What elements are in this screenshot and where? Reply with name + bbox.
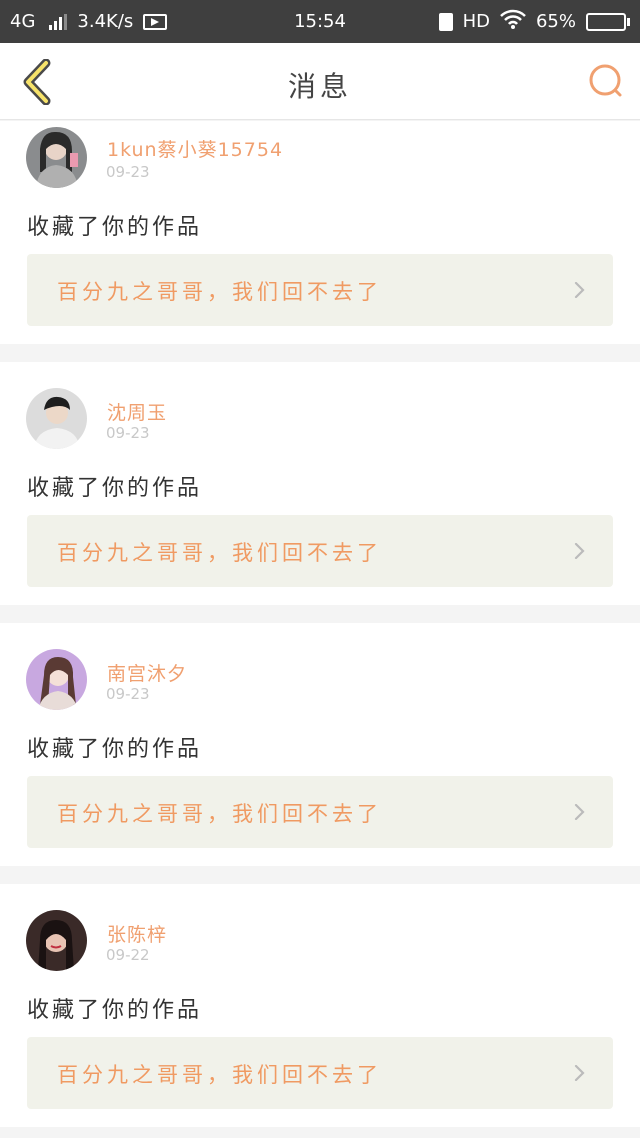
action-text: 收藏了你的作品 bbox=[27, 737, 203, 762]
search-icon bbox=[589, 64, 622, 97]
app-header: 消息 bbox=[0, 43, 640, 120]
battery-percent: 65% bbox=[535, 11, 576, 32]
username[interactable]: 张陈梓 bbox=[107, 920, 167, 947]
chevron-right-icon bbox=[574, 543, 585, 559]
avatar[interactable] bbox=[26, 649, 87, 710]
avatar[interactable] bbox=[26, 127, 87, 188]
work-link[interactable]: 百分九之哥哥，我们回不去了 bbox=[27, 1037, 613, 1109]
video-icon bbox=[143, 13, 168, 30]
work-link[interactable]: 百分九之哥哥，我们回不去了 bbox=[27, 254, 613, 326]
wifi-icon bbox=[500, 9, 526, 34]
work-link[interactable]: 百分九之哥哥，我们回不去了 bbox=[27, 515, 613, 587]
work-title: 百分九之哥哥，我们回不去了 bbox=[57, 802, 382, 826]
status-left: 4G 3.4K/s bbox=[10, 11, 168, 32]
network-speed: 3.4K/s bbox=[77, 11, 134, 32]
work-title: 百分九之哥哥，我们回不去了 bbox=[57, 1063, 382, 1087]
battery-icon bbox=[586, 12, 630, 31]
notification-date: 09-23 bbox=[106, 685, 150, 703]
work-title: 百分九之哥哥，我们回不去了 bbox=[57, 541, 382, 565]
work-title: 百分九之哥哥，我们回不去了 bbox=[57, 280, 382, 304]
notification-date: 09-23 bbox=[106, 163, 150, 181]
notification-card: 张陈梓 09-22 收藏了你的作品 百分九之哥哥，我们回不去了 bbox=[0, 884, 640, 1127]
action-text: 收藏了你的作品 bbox=[27, 998, 203, 1023]
action-text: 收藏了你的作品 bbox=[27, 215, 203, 240]
avatar[interactable] bbox=[26, 388, 87, 449]
work-link[interactable]: 百分九之哥哥，我们回不去了 bbox=[27, 776, 613, 848]
notification-card: 南宫沐夕 09-23 收藏了你的作品 百分九之哥哥，我们回不去了 bbox=[0, 623, 640, 866]
status-right: HD 65% bbox=[438, 9, 630, 34]
signal-icon bbox=[49, 13, 68, 30]
hd-label: HD bbox=[462, 11, 490, 32]
status-bar: 4G 3.4K/s 15:54 HD 65% bbox=[0, 0, 640, 43]
notification-card: 1kun蔡小葵15754 09-23 收藏了你的作品 百分九之哥哥，我们回不去了 bbox=[0, 121, 640, 344]
lock-icon bbox=[438, 12, 453, 31]
chevron-right-icon bbox=[574, 804, 585, 820]
search-button[interactable] bbox=[586, 61, 626, 101]
username[interactable]: 沈周玉 bbox=[107, 398, 167, 425]
chevron-right-icon bbox=[574, 1065, 585, 1081]
action-text: 收藏了你的作品 bbox=[27, 476, 203, 501]
username[interactable]: 1kun蔡小葵15754 bbox=[107, 135, 283, 162]
notification-date: 09-23 bbox=[106, 424, 150, 442]
page-title: 消息 bbox=[287, 70, 352, 103]
avatar[interactable] bbox=[26, 910, 87, 971]
network-type: 4G bbox=[10, 11, 36, 32]
notification-card: 沈周玉 09-23 收藏了你的作品 百分九之哥哥，我们回不去了 bbox=[0, 362, 640, 605]
username[interactable]: 南宫沐夕 bbox=[107, 659, 187, 686]
notification-feed: 1kun蔡小葵15754 09-23 收藏了你的作品 百分九之哥哥，我们回不去了… bbox=[0, 121, 640, 1138]
notification-date: 09-22 bbox=[106, 946, 150, 964]
chevron-right-icon bbox=[574, 282, 585, 298]
